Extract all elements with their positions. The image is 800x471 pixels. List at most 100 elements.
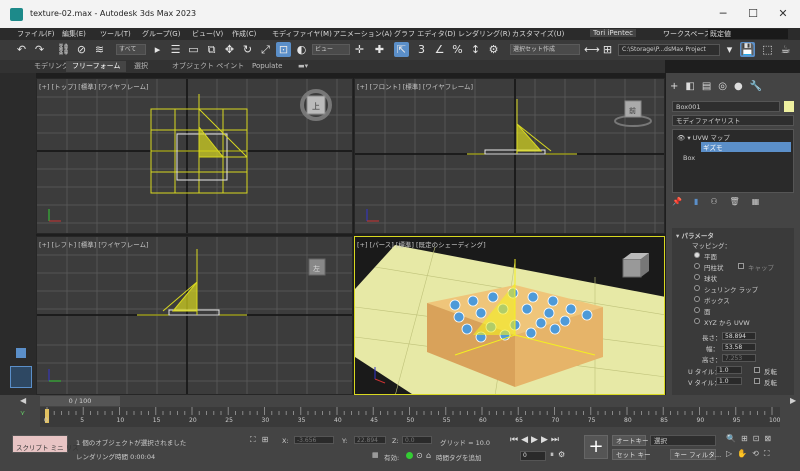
gizmo-toggle-icon[interactable]: ⊙ [416,451,423,460]
spinner-snap-icon[interactable]: ↕ [468,42,483,57]
align-icon[interactable]: ⊞ [600,42,615,57]
u-tile-field[interactable]: 1.0 [716,366,742,374]
stack-item-gizmo[interactable]: ギズモ [701,142,791,152]
render-setup-icon[interactable]: ⬚ [760,42,775,57]
tab-object-paint[interactable]: オブジェクト ペイント [166,61,250,72]
ribbon-options-icon[interactable]: ▬▾ [292,61,314,72]
mapping-radio-spherical[interactable] [694,274,700,280]
hierarchy-tab-icon[interactable]: ▤ [702,81,718,92]
z-coordinate-field[interactable]: 0.0 [402,436,432,444]
set-key-big-button[interactable]: + [584,435,608,459]
project-path-field[interactable]: C:\Storage\P...dsMax Project [618,44,720,56]
key-filters-button[interactable]: キー フィルタ... [670,449,721,460]
slider-prev-icon[interactable]: ◀ [20,396,26,405]
viewport-perspective[interactable]: [+] [パース] [標準] [既定のシェーディング] [354,236,665,395]
create-tab-icon[interactable]: + [670,81,685,92]
orbit-icon[interactable]: ⟲ [752,449,764,458]
cap-checkbox[interactable] [738,263,744,269]
set-key-button[interactable]: セット キー [612,449,651,460]
zoom-all-icon[interactable]: ⊞ [741,434,753,443]
menu-edit[interactable]: 編集(E) [62,29,86,39]
pan-icon[interactable]: ✋ [737,449,752,458]
edit-named-sel-icon[interactable]: ⚙ [486,42,501,57]
viewport-front-label[interactable]: [+] [フロント] [標準] [ワイヤフレーム] [357,81,473,91]
viewcube-top-label[interactable]: 上 [312,102,320,111]
unlink-icon[interactable]: ⊘ [74,42,89,57]
maxscript-mini-listener[interactable]: スクリプト ミニ リス [12,435,79,453]
redo-icon[interactable]: ↷ [32,42,47,57]
modifier-list-dropdown[interactable]: モディファイヤリスト [672,115,794,126]
scale-uniform-icon[interactable]: ◐ [294,42,309,57]
maximize-viewport-icon[interactable]: ⛶ [764,449,775,458]
viewport-perspective-label[interactable]: [+] [パース] [標準] [既定のシェーディング] [357,239,486,249]
rollout-title[interactable]: ▾ パラメータ [676,230,714,240]
named-selection-dropdown[interactable]: 選択セット作成 [510,44,580,55]
viewport-left-label[interactable]: [+] [レフト] [標準] [ワイヤフレーム] [39,239,149,249]
rotate-icon[interactable]: ↻ [240,42,255,57]
viewport-layout-tab-icon[interactable] [10,366,32,388]
motion-tab-icon[interactable]: ◎ [718,81,734,92]
render-icon[interactable]: ☕ [778,42,793,57]
play-icon[interactable]: ▶ [531,435,541,445]
u-flip-checkbox[interactable] [754,367,760,373]
mapping-radio-box[interactable] [694,296,700,302]
mapping-radio-face[interactable] [694,307,700,313]
show-end-result-icon[interactable]: ▮ [694,197,710,206]
mapping-radio-cylindrical[interactable] [694,263,700,269]
make-unique-icon[interactable]: ⚇ [710,197,729,206]
go-to-end-icon[interactable]: ⏭ [551,435,562,445]
slider-next-icon[interactable]: ▶ [790,396,796,405]
undo-icon[interactable]: ↶ [14,42,29,57]
mapping-radio-shrinkwrap[interactable] [694,285,700,291]
object-name-field[interactable]: Box001 [672,101,780,112]
pin-stack-icon[interactable]: 📌 [672,197,694,206]
time-tag-icon[interactable]: ⌂ [426,451,431,460]
save-icon[interactable]: 💾 [740,42,755,57]
select-manipulate-icon[interactable]: ✚ [372,42,387,57]
isolate-icon[interactable]: ⊞ [262,435,275,444]
key-mode-icon[interactable]: ⏸ [550,450,558,459]
zoom-icon[interactable]: 🔍 [726,434,741,443]
pivot-icon[interactable]: ✛ [352,42,367,57]
tab-selection[interactable]: 選択 [128,61,154,72]
adaptive-degradation-icon[interactable]: ▦ [372,451,379,459]
time-slider[interactable]: 0 / 100 [40,396,120,406]
project-folder-icon[interactable]: ▾ [722,42,737,57]
viewcube-front-label[interactable]: 前 [629,106,636,115]
add-time-tag-button[interactable]: 時間タグを追加 [436,452,482,462]
user-name[interactable]: Tori iPentec [590,29,636,37]
rect-selection-icon[interactable]: ▭ [186,42,201,57]
modify-tab-icon[interactable]: ◧ [685,81,701,92]
utilities-tab-icon[interactable]: 🔧 [750,81,769,92]
display-tab-icon[interactable]: ● [734,81,750,92]
ref-coord-dropdown[interactable]: ビュー [312,44,350,55]
selection-lock-icon[interactable]: ⛶ [250,435,262,444]
remove-modifier-icon[interactable]: 🗑 [730,197,752,206]
mirror-icon[interactable]: ⟷ [584,42,600,57]
length-field[interactable]: 58.894 [722,332,756,340]
tab-populate[interactable]: Populate [246,61,288,72]
v-flip-checkbox[interactable] [754,378,760,384]
move-icon[interactable]: ✥ [222,42,237,57]
viewport-front[interactable]: 前 [+] [フロント] [標準] [ワイヤフレーム] [354,78,665,234]
mapping-radio-xyz-to-uvw[interactable] [694,318,700,324]
bind-space-warp-icon[interactable]: ≋ [92,42,107,57]
menu-file[interactable]: ファイル(F) [17,29,55,39]
menu-animation[interactable]: アニメーション(A) [333,29,392,39]
enabled-indicator-icon[interactable] [406,452,413,459]
configure-sets-icon[interactable]: ▦ [752,197,772,206]
menu-create[interactable]: 作成(C) [232,29,256,39]
select-object-icon[interactable]: ▸ [150,42,165,57]
minimize-icon[interactable]: ─ [708,5,738,23]
keyboard-shortcut-override-icon[interactable]: ⇱ [394,42,409,57]
go-to-start-icon[interactable]: ⏮ [510,435,521,445]
v-tile-field[interactable]: 1.0 [716,377,742,385]
link-icon[interactable]: ⛓ [56,42,71,57]
zoom-extents-icon[interactable]: ⊡ [753,434,765,443]
close-icon[interactable]: ✕ [768,5,798,23]
angle-snap-icon[interactable]: ∠ [432,42,447,57]
auto-key-button[interactable]: オートキー [612,435,649,446]
viewport-top-label[interactable]: [+] [トップ] [標準] [ワイヤフレーム] [39,81,149,91]
mapping-radio-planar[interactable] [694,252,700,258]
tab-freeform[interactable]: フリーフォーム [66,61,127,72]
